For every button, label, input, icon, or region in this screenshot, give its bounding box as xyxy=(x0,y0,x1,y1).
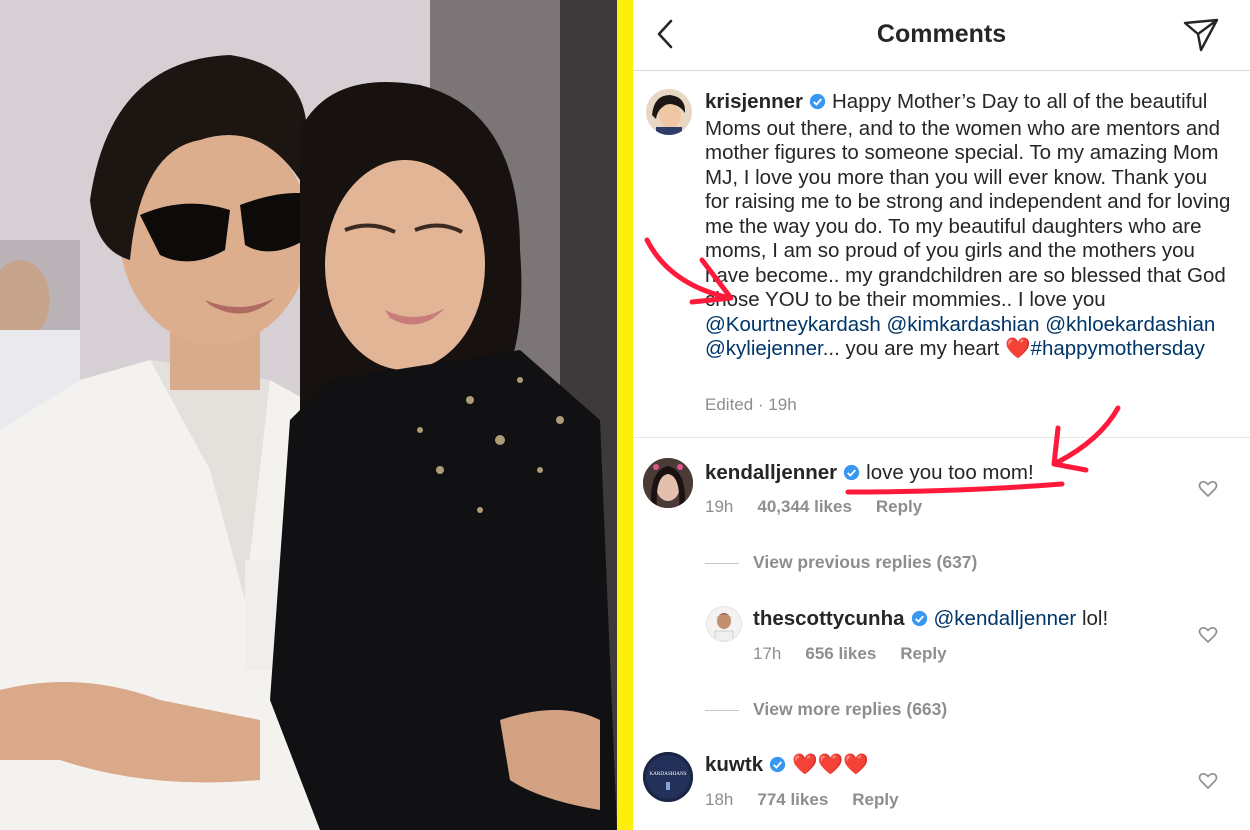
reply-meta: 17h 656 likes Reply xyxy=(753,644,971,664)
avatar-thescottycunha[interactable] xyxy=(706,606,742,642)
reply-time: 17h xyxy=(753,644,782,663)
comment-kuwtk: kuwtk ❤️❤️❤️ xyxy=(705,753,869,779)
reply-dash xyxy=(705,709,739,711)
kuwtk-username[interactable]: kuwtk xyxy=(705,753,763,776)
verified-badge-icon xyxy=(769,755,786,779)
comment-likes[interactable]: 40,344 likes xyxy=(757,497,852,516)
verified-badge-icon xyxy=(843,463,860,487)
avatar-kuwtk[interactable]: KARDASHIANS xyxy=(643,752,693,802)
comment-meta: 19h 40,344 likes Reply xyxy=(705,497,946,517)
reply-button[interactable]: Reply xyxy=(876,497,922,516)
comment-time: 19h xyxy=(705,497,734,516)
caption-username[interactable]: krisjenner xyxy=(705,90,803,113)
comment-thescottycunha: thescottycunha @kendalljenner lol! xyxy=(753,607,1108,633)
direct-send-icon[interactable] xyxy=(1181,15,1221,55)
caption: krisjenner Happy Mother’s Day to all of t… xyxy=(705,90,1235,362)
mention-khloekardashian[interactable]: @khloekardashian xyxy=(1045,313,1215,336)
reply-dash xyxy=(705,562,739,564)
comment-text: love you too mom! xyxy=(866,461,1034,484)
caption-edited-time: Edited · 19h xyxy=(705,395,797,414)
photo-two-women xyxy=(0,0,617,830)
comments-screen: Comments krisjenner Happy Mother’s Day to… xyxy=(633,0,1250,830)
kuwtk-meta: 18h 774 likes Reply xyxy=(705,790,923,810)
reply-likes[interactable]: 656 likes xyxy=(805,644,876,663)
hearts-emoji: ❤️❤️❤️ xyxy=(792,753,869,776)
mention-kimkardashian[interactable]: @kimkardashian xyxy=(887,313,1040,336)
view-previous-replies-label: View previous replies (637) xyxy=(753,552,978,572)
like-heart-icon[interactable] xyxy=(1198,771,1218,791)
kuwtk-likes[interactable]: 774 likes xyxy=(757,790,828,809)
caption-text-end: you are my heart xyxy=(845,337,1000,360)
hashtag-happymothersday[interactable]: #happymothersday xyxy=(1031,337,1205,360)
reply-username[interactable]: thescottycunha xyxy=(753,607,905,630)
page-title: Comments xyxy=(876,20,1007,48)
caption-text-body: Happy Mother’s Day to all of the beautif… xyxy=(705,90,1231,311)
kuwtk-avatar-label: KARDASHIANS xyxy=(649,771,686,777)
kuwtk-reply-button[interactable]: Reply xyxy=(852,790,898,809)
like-heart-icon[interactable] xyxy=(1198,479,1218,499)
verified-badge-icon xyxy=(809,92,826,117)
photo-panel xyxy=(0,0,617,830)
red-heart-emoji: ❤️ xyxy=(1005,337,1031,360)
like-heart-icon[interactable] xyxy=(1198,625,1218,645)
mention-kyliejenner[interactable]: @kyliejenner xyxy=(705,337,823,360)
avatar-kendalljenner[interactable] xyxy=(643,458,693,508)
top-bar: Comments xyxy=(633,0,1250,71)
view-more-replies-label: View more replies (663) xyxy=(753,699,948,719)
comment-username[interactable]: kendalljenner xyxy=(705,461,837,484)
yellow-divider xyxy=(617,0,633,830)
mention-kendalljenner[interactable]: @kendalljenner xyxy=(934,607,1077,630)
caption-ellipsis: ... xyxy=(822,337,840,360)
view-more-replies-link[interactable]: View more replies (663) xyxy=(705,699,947,720)
avatar-krisjenner[interactable] xyxy=(646,89,692,135)
kuwtk-time: 18h xyxy=(705,790,734,809)
verified-badge-icon xyxy=(911,609,928,633)
view-previous-replies-link[interactable]: View previous replies (637) xyxy=(705,552,977,573)
mention-kourtneykardash[interactable]: @Kourtneykardash xyxy=(705,313,881,336)
reply-text: lol! xyxy=(1081,607,1109,630)
reply-reply-button[interactable]: Reply xyxy=(900,644,946,663)
comment-kendalljenner: kendalljenner love you too mom! xyxy=(705,461,1034,487)
caption-separator xyxy=(633,437,1250,438)
